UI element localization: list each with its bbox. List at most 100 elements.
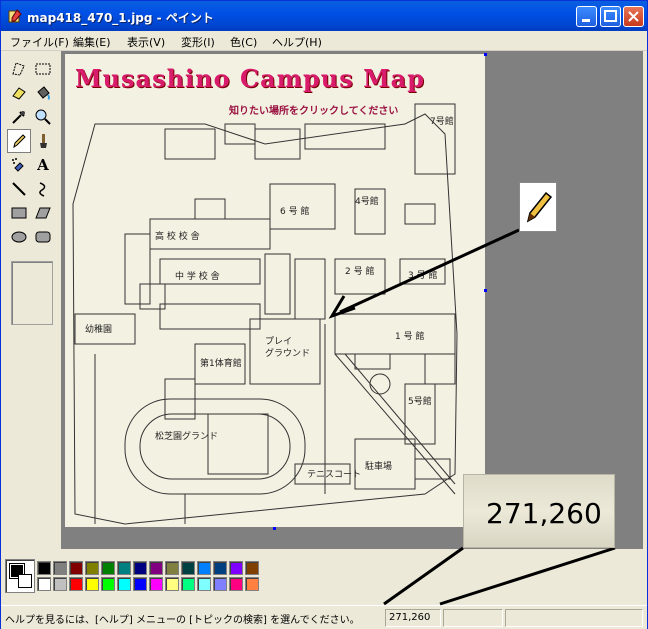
ellipse-icon [11,231,27,243]
svg-text:中 学 校 舎: 中 学 校 舎 [175,270,220,282]
tool-free-select[interactable] [7,57,31,81]
color-swatch[interactable] [245,577,259,591]
title-bar[interactable]: map418_470_1.jpg - ペイント [1,1,647,31]
curve-icon [39,182,46,197]
status-size-pane [443,609,503,627]
color-swatch[interactable] [149,577,163,591]
campus-map-image: 6 号 館 4号館 3 号 館 2 号 館 1 号 館 7号館 5号館 高 校 … [65,54,485,527]
resize-handle-right[interactable] [484,289,487,292]
minimize-icon [582,19,590,22]
svg-text:6 号 館: 6 号 館 [280,205,309,217]
line-icon [12,182,26,196]
color-swatch[interactable] [197,577,211,591]
rounded-rect-icon [35,231,51,243]
eyedropper-icon [12,111,25,124]
color-swatch[interactable] [101,577,115,591]
menu-edit[interactable]: 編集(E) [73,34,111,50]
svg-text:グラウンド: グラウンド [265,347,310,359]
color-swatch[interactable] [197,561,211,575]
tool-magnifier[interactable] [31,105,55,129]
tool-rectangle[interactable] [7,201,31,225]
status-coords: 271,260 [389,612,431,623]
color-swatch[interactable] [229,561,243,575]
color-swatch[interactable] [117,577,131,591]
tool-eraser[interactable] [7,81,31,105]
color-swatch[interactable] [69,577,83,591]
status-bar: ヘルプを見るには、[ヘルプ] メニューの [トピックの検索] を選んでください。… [1,605,647,629]
color-swatch[interactable] [101,561,115,575]
maximize-button[interactable] [600,6,621,27]
color-swatch[interactable] [37,577,51,591]
tool-eyedropper[interactable] [7,105,31,129]
close-icon [628,11,639,22]
minimize-button[interactable] [576,6,597,27]
svg-text:テニスコート: テニスコート [307,469,361,480]
menu-bar: ファイル(F) 編集(E) 表示(V) 変形(I) 色(C) ヘルプ(H) [1,31,647,51]
tool-ellipse[interactable] [7,225,31,249]
svg-text:4号館: 4号館 [355,195,379,207]
rect-select-icon [35,63,51,75]
color-swatch[interactable] [181,577,195,591]
zoomed-coords-text: 271,260 [486,497,602,530]
color-swatch[interactable] [181,561,195,575]
menu-colors[interactable]: 色(C) [230,34,257,50]
tool-rounded-rect[interactable] [31,225,55,249]
tool-airbrush[interactable] [7,153,31,177]
menu-image[interactable]: 変形(I) [181,34,215,50]
color-swatch[interactable] [85,561,99,575]
svg-text:高 校 校 舎: 高 校 校 舎 [155,230,200,242]
tool-brush[interactable] [31,129,55,153]
tool-fill[interactable] [31,81,55,105]
resize-handle-bottom[interactable] [273,527,276,530]
tool-text[interactable]: A [31,153,55,177]
window-title: map418_470_1.jpg - ペイント [27,11,214,25]
menu-help[interactable]: ヘルプ(H) [272,34,322,50]
tool-options-box[interactable] [11,261,53,325]
drawing-canvas[interactable]: 6 号 館 4号館 3 号 館 2 号 館 1 号 館 7号館 5号館 高 校 … [65,54,485,527]
text-icon: A [37,156,49,174]
eraser-icon [12,87,26,100]
brush-icon [40,134,47,148]
close-button[interactable] [623,6,644,27]
fill-icon [37,86,50,100]
tool-rect-select[interactable] [31,57,55,81]
resize-handle-top-right[interactable] [484,53,487,56]
pencil-cursor-icon [526,191,552,223]
current-colors[interactable] [5,559,35,593]
cursor-pencil-callout [519,182,557,232]
svg-text:プレイ: プレイ [265,336,292,347]
color-swatch[interactable] [133,577,147,591]
polygon-icon [35,207,51,219]
color-swatch[interactable] [229,577,243,591]
tool-polygon[interactable] [31,201,55,225]
tool-line[interactable] [7,177,31,201]
tool-pencil[interactable] [7,129,31,153]
color-swatch[interactable] [213,577,227,591]
color-swatch[interactable] [133,561,147,575]
tool-curve[interactable] [31,177,55,201]
zoomed-coords-callout: 271,260 [463,474,615,548]
color-swatch[interactable] [117,561,131,575]
svg-text:7号館: 7号館 [430,115,454,127]
pencil-icon [13,134,26,149]
color-swatch[interactable] [53,577,67,591]
color-swatch[interactable] [85,577,99,591]
color-swatch[interactable] [245,561,259,575]
svg-text:駐車場: 駐車場 [365,460,392,472]
color-swatch[interactable] [165,561,179,575]
menu-file[interactable]: ファイル(F) [10,34,69,50]
airbrush-icon [12,158,24,172]
color-swatch[interactable] [37,561,51,575]
menu-view[interactable]: 表示(V) [127,34,165,50]
color-swatch[interactable] [149,561,163,575]
color-swatch[interactable] [69,561,83,575]
free-select-icon [12,62,25,76]
color-swatch[interactable] [165,577,179,591]
map-subtitle: 知りたい場所をクリックしてください [229,106,399,117]
tool-box: A [3,53,59,549]
color-swatch[interactable] [213,561,227,575]
background-color [18,574,32,588]
map-title: Musashino Campus Map [75,64,426,93]
color-palette [5,559,265,595]
color-swatch[interactable] [53,561,67,575]
